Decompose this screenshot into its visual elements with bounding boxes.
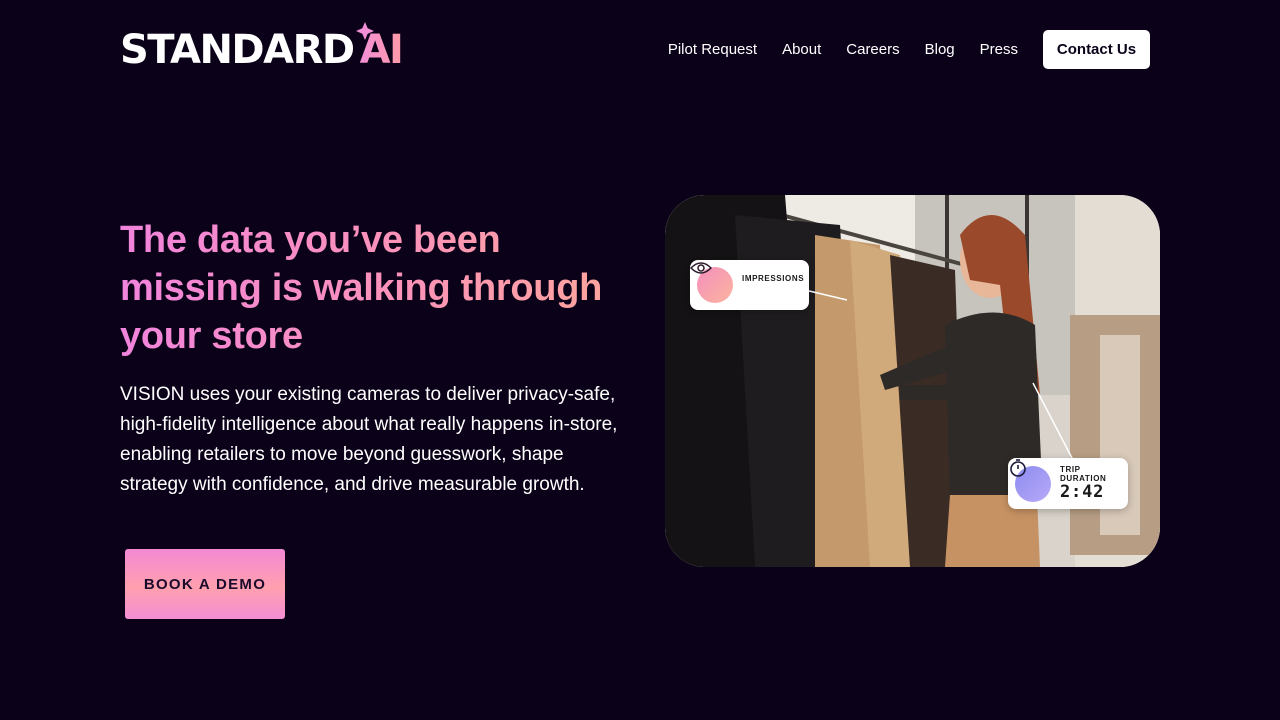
hero-image: IMPRESSIONS TRIP DURATION 2:42 — [665, 195, 1160, 567]
landing-page: STANDARD AI Pilot Request About Careers … — [0, 0, 1280, 720]
logo-ai: AI — [355, 22, 403, 72]
logo-wordmark: STANDARD — [120, 27, 355, 73]
book-demo-button[interactable]: BOOK A DEMO — [125, 549, 285, 619]
nav-item-pilot-request[interactable]: Pilot Request — [668, 41, 757, 58]
nav-item-blog[interactable]: Blog — [925, 41, 955, 58]
hero-description: VISION uses your existing cameras to del… — [120, 384, 618, 495]
trip-duration-text: TRIP DURATION 2:42 — [1060, 465, 1106, 502]
contact-us-button[interactable]: Contact Us — [1043, 30, 1150, 69]
nav-item-careers[interactable]: Careers — [846, 41, 899, 58]
nav-item-about[interactable]: About — [782, 41, 821, 58]
impressions-label: IMPRESSIONS — [742, 274, 805, 283]
standard-ai-logo[interactable]: STANDARD AI — [120, 22, 403, 73]
store-scene-illustration — [665, 195, 1160, 567]
hero-headline: The data you’ve been missing is walking … — [120, 216, 640, 360]
trip-label-line1: TRIP — [1060, 465, 1081, 474]
trip-duration-value: 2:42 — [1060, 482, 1105, 502]
trip-duration-card: TRIP DURATION 2:42 — [1008, 458, 1128, 509]
impressions-card: IMPRESSIONS — [690, 260, 809, 310]
top-nav: Pilot Request About Careers Blog Press C… — [668, 30, 1150, 69]
stopwatch-icon — [1010, 459, 1051, 502]
nav-item-press[interactable]: Press — [980, 41, 1018, 58]
sparkle-icon — [355, 22, 374, 40]
eye-icon — [690, 262, 733, 303]
